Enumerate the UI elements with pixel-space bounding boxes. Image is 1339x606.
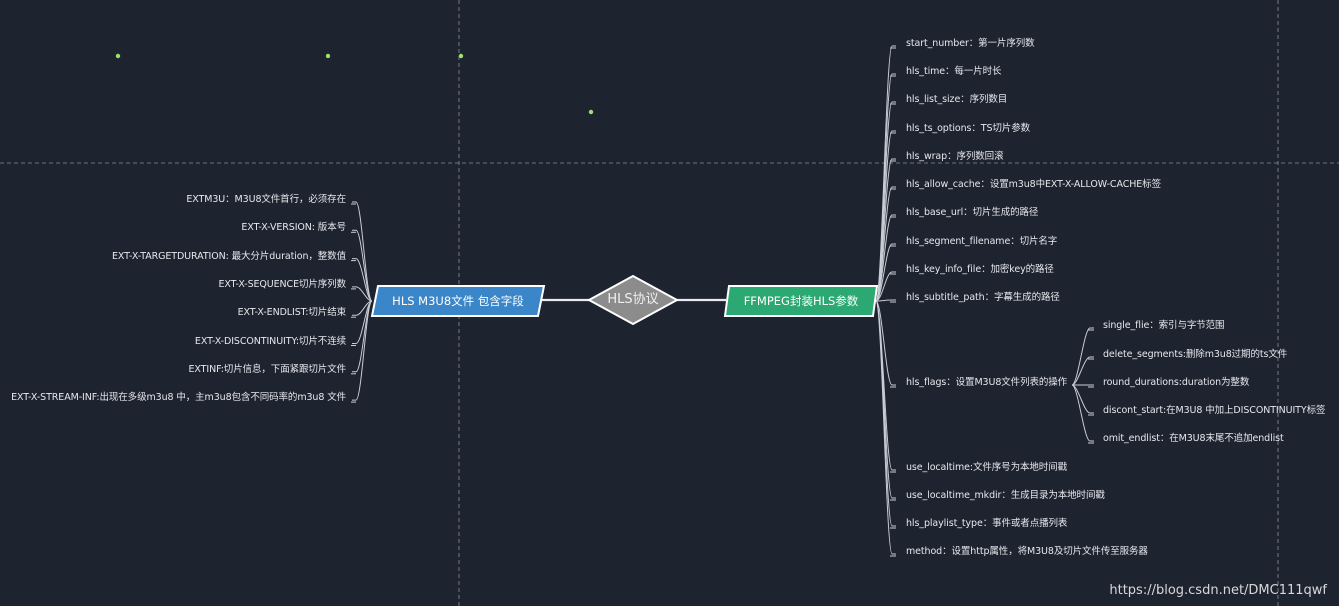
flag-item: delete_segments:删除m3u8过期的ts文件 bbox=[1103, 349, 1288, 360]
right-branch-label: FFMPEG封装HLS参数 bbox=[743, 294, 859, 308]
right-item: hls_flags：设置M3U8文件列表的操作 bbox=[906, 377, 1068, 388]
left-item: EXT-X-VERSION: 版本号 bbox=[241, 222, 346, 234]
left-branch-label: HLS M3U8文件 包含字段 bbox=[392, 294, 524, 308]
decorative-dots bbox=[115, 53, 594, 115]
flag-item: discont_start:在M3U8 中加上DISCONTINUITY标签 bbox=[1103, 405, 1326, 416]
right-item: hls_playlist_type：事件或者点播列表 bbox=[906, 518, 1068, 529]
flag-item: omit_endlist：在M3U8末尾不追加endlist bbox=[1103, 433, 1284, 444]
right-item: hls_wrap：序列数回滚 bbox=[906, 151, 1004, 162]
right-item: hls_base_url：切片生成的路径 bbox=[906, 207, 1039, 218]
dot bbox=[325, 53, 331, 59]
dot bbox=[588, 109, 594, 115]
right-item: hls_allow_cache：设置m3u8中EXT-X-ALLOW-CACHE… bbox=[906, 179, 1161, 190]
right-item: hls_key_info_file：加密key的路径 bbox=[906, 264, 1054, 275]
right-item: use_localtime_mkdir：生成目录为本地时间戳 bbox=[906, 490, 1105, 501]
left-item: EXT-X-ENDLIST:切片结束 bbox=[237, 307, 347, 319]
left-item: EXTM3U：M3U8文件首行，必须存在 bbox=[186, 194, 346, 205]
right-item: hls_segment_filename：切片名字 bbox=[906, 236, 1058, 247]
dot bbox=[115, 53, 121, 59]
right-item: hls_subtitle_path：字幕生成的路径 bbox=[906, 292, 1060, 303]
right-item: start_number：第一片序列数 bbox=[906, 38, 1035, 49]
left-item: EXT-X-STREAM-INF:出现在多级m3u8 中，主m3u8包含不同码率… bbox=[11, 392, 346, 404]
flag-item: single_flie：索引与字节范围 bbox=[1103, 320, 1225, 331]
left-item: EXTINF:切片信息，下面紧跟切片文件 bbox=[188, 363, 347, 375]
right-item: method：设置http属性，将M3U8及切片文件传至服务器 bbox=[906, 546, 1148, 557]
watermark: https://blog.csdn.net/DMC111qwf bbox=[1109, 583, 1327, 598]
right-item: hls_time：每一片时长 bbox=[906, 66, 1002, 77]
right-item: use_localtime:文件序号为本地时间戳 bbox=[906, 462, 1067, 473]
dot bbox=[458, 53, 464, 59]
right-connector bbox=[875, 300, 896, 555]
right-item: hls_ts_options：TS切片参数 bbox=[906, 123, 1031, 134]
left-item: EXT-X-DISCONTINUITY:切片不连续 bbox=[194, 335, 346, 347]
left-item: EXT-X-SEQUENCE切片序列数 bbox=[218, 278, 346, 290]
flag-item: round_durations:duration为整数 bbox=[1103, 377, 1250, 388]
right-connector bbox=[875, 299, 896, 302]
root-label: HLS协议 bbox=[607, 292, 659, 307]
right-item: hls_list_size：序列数目 bbox=[906, 94, 1008, 105]
left-item: EXT-X-TARGETDURATION: 最大分片duration，整数值 bbox=[112, 250, 346, 262]
